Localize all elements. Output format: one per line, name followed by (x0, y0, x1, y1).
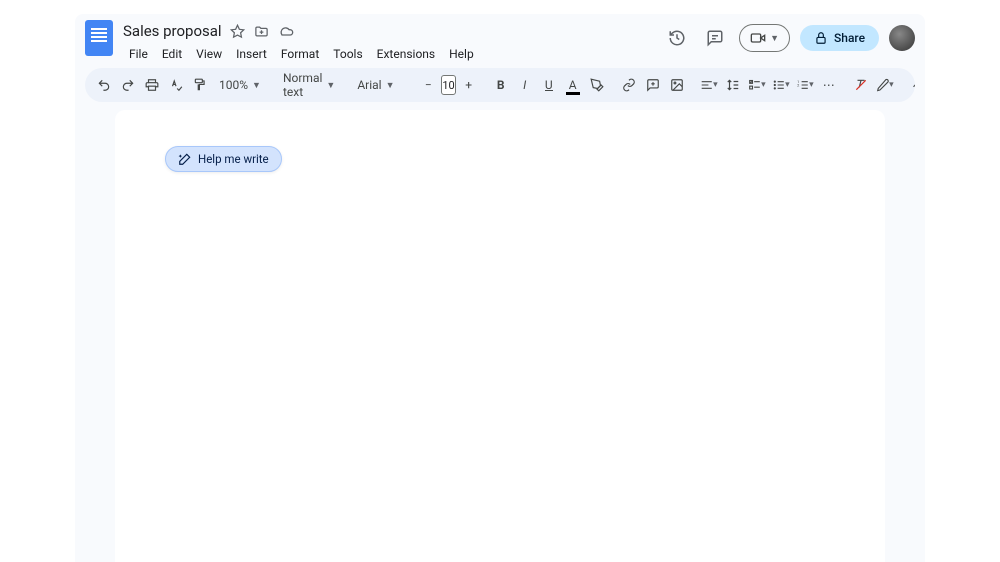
decrease-font-size-button[interactable]: − (417, 73, 439, 97)
lock-icon (814, 31, 828, 45)
chevron-down-icon: ▼ (386, 80, 395, 91)
italic-button[interactable]: I (514, 73, 536, 97)
format-paint-button[interactable] (189, 73, 211, 97)
bulleted-list-button[interactable]: ▾ (770, 73, 792, 97)
menu-help[interactable]: Help (443, 44, 480, 64)
bold-button[interactable]: B (490, 73, 512, 97)
document-canvas[interactable]: Help me write (115, 110, 885, 562)
title-row: Sales proposal (123, 20, 663, 42)
chevron-down-icon: ▼ (326, 80, 335, 91)
chevron-down-icon: ▾ (785, 80, 790, 90)
title-column: Sales proposal File Edit View Insert (123, 20, 663, 64)
print-button[interactable] (141, 73, 163, 97)
underline-button[interactable]: U (538, 73, 560, 97)
align-button[interactable]: ▾ (698, 73, 720, 97)
spellcheck-button[interactable] (165, 73, 187, 97)
move-icon[interactable] (254, 23, 270, 39)
docs-logo-icon[interactable] (85, 20, 113, 56)
insert-link-button[interactable] (618, 73, 640, 97)
chevron-down-icon: ▾ (809, 80, 814, 90)
menu-insert[interactable]: Insert (230, 44, 273, 64)
zoom-select[interactable]: 100% ▼ (213, 73, 267, 97)
menu-tools[interactable]: Tools (327, 44, 368, 64)
editing-mode-button[interactable]: ▾ (874, 73, 896, 97)
toolbar: 100% ▼ Normal text ▼ Arial ▼ − 10 + B I … (85, 68, 915, 102)
numbered-list-button[interactable]: 12 ▾ (794, 73, 816, 97)
magic-pen-icon (178, 152, 192, 166)
zoom-value: 100% (219, 78, 248, 92)
menu-bar: File Edit View Insert Format Tools Exten… (123, 44, 663, 64)
chevron-down-icon: ▼ (770, 33, 779, 44)
menu-extensions[interactable]: Extensions (371, 44, 441, 64)
paragraph-style-select[interactable]: Normal text ▼ (277, 73, 341, 97)
comments-icon[interactable] (701, 24, 729, 52)
avatar[interactable] (889, 25, 915, 51)
chevron-down-icon: ▾ (889, 80, 894, 90)
font-size-input[interactable]: 10 (441, 75, 455, 95)
redo-button[interactable] (117, 73, 139, 97)
chevron-down-icon: ▾ (713, 80, 718, 90)
menu-view[interactable]: View (190, 44, 228, 64)
clear-formatting-button[interactable] (850, 73, 872, 97)
menu-edit[interactable]: Edit (156, 44, 188, 64)
chevron-down-icon: ▼ (252, 80, 261, 91)
text-color-button[interactable]: A (562, 73, 584, 97)
app-inner: Sales proposal File Edit View Insert (75, 14, 925, 562)
share-label: Share (834, 31, 865, 45)
insert-image-button[interactable] (666, 73, 688, 97)
add-comment-button[interactable] (642, 73, 664, 97)
svg-text:2: 2 (797, 83, 800, 88)
history-icon[interactable] (663, 24, 691, 52)
share-button[interactable]: Share (800, 25, 879, 51)
header: Sales proposal File Edit View Insert (75, 14, 925, 64)
menu-file[interactable]: File (123, 44, 154, 64)
increase-font-size-button[interactable]: + (458, 73, 480, 97)
help-me-write-label: Help me write (198, 152, 269, 166)
video-icon (750, 30, 766, 46)
chevron-down-icon: ▾ (761, 80, 766, 90)
more-options-button[interactable]: ⋯ (818, 73, 840, 97)
document-title[interactable]: Sales proposal (123, 22, 222, 40)
checklist-button[interactable]: ▾ (746, 73, 768, 97)
help-me-write-chip[interactable]: Help me write (165, 146, 282, 172)
collapse-toolbar-button[interactable] (906, 73, 915, 97)
line-spacing-button[interactable] (722, 73, 744, 97)
highlight-button[interactable] (586, 73, 608, 97)
star-icon[interactable] (230, 23, 246, 39)
undo-button[interactable] (93, 73, 115, 97)
app-frame: Sales proposal File Edit View Insert (0, 0, 1000, 562)
menu-format[interactable]: Format (275, 44, 325, 64)
paragraph-style-value: Normal text (283, 71, 322, 99)
font-select[interactable]: Arial ▼ (351, 73, 407, 97)
cloud-status-icon[interactable] (278, 23, 294, 39)
header-right: ▼ Share (663, 20, 915, 52)
meet-button[interactable]: ▼ (739, 24, 790, 52)
font-value: Arial (357, 78, 381, 92)
